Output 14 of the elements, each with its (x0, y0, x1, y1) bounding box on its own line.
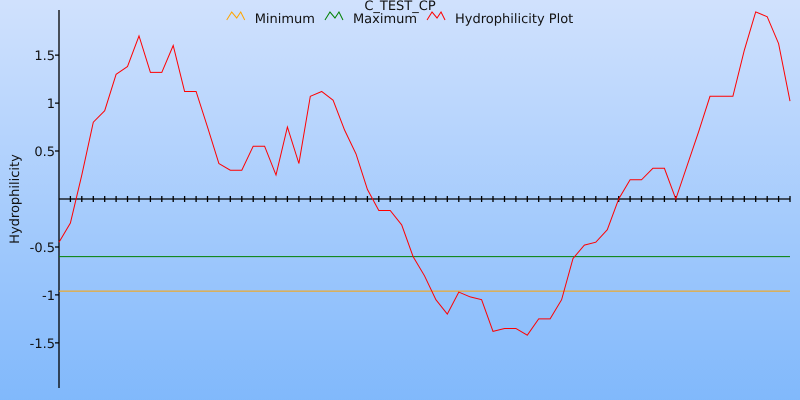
zigzag-icon (324, 11, 344, 20)
tick-label: -1 (42, 288, 55, 304)
chart-title: C_TEST_CP (364, 0, 436, 14)
tick-label: -1.5 (30, 336, 55, 352)
legend-label: Maximum (352, 12, 418, 27)
legend-label: Minimum (254, 12, 315, 27)
legend-label: Hydrophilicity Plot (455, 12, 574, 27)
tick-label: 1.5 (34, 49, 55, 64)
zigzag-icon (426, 11, 446, 20)
zigzag-icon (226, 11, 246, 20)
tick-label: 1 (46, 97, 55, 112)
axis-title: Hydrophilicity (8, 154, 23, 244)
tick-label: 0.5 (34, 145, 55, 160)
tick-label: -0.5 (30, 240, 55, 256)
